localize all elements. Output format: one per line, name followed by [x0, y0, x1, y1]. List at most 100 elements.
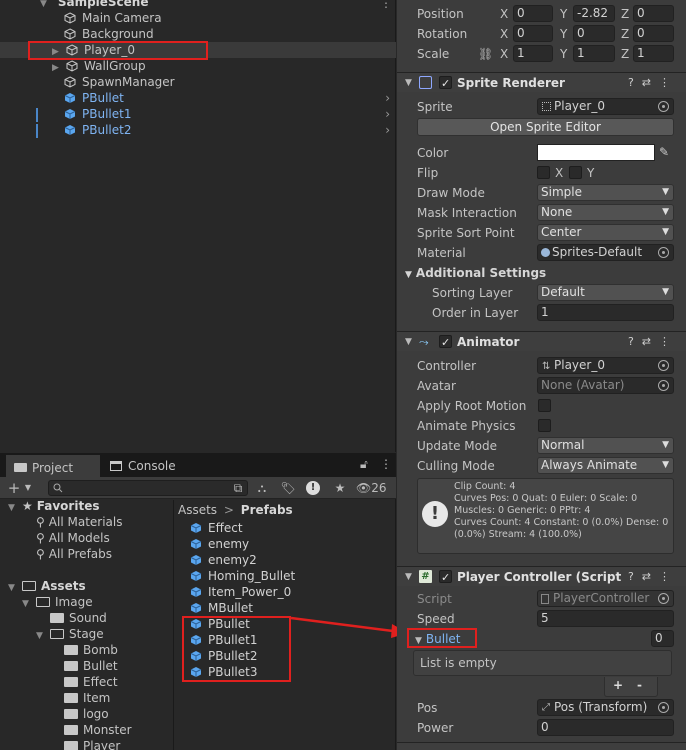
sprite-renderer-enabled-checkbox[interactable]: [439, 74, 452, 94]
dropdown-value: Normal: [541, 438, 585, 452]
scale-y-field[interactable]: 1: [573, 45, 615, 62]
link-icon[interactable]: ⛓︎: [478, 47, 493, 61]
draw-mode-dropdown[interactable]: Simple ▼: [537, 184, 674, 201]
component-menu-icons[interactable]: ?⇄⋮: [628, 73, 678, 93]
flip-y-label: Y: [587, 166, 595, 180]
player-controller-enabled-checkbox[interactable]: [439, 568, 452, 588]
avatar-label: Avatar: [417, 379, 456, 393]
order-in-layer-label: Order in Layer: [432, 306, 519, 320]
dropdown-value: None: [541, 205, 573, 219]
open-sprite-editor-button[interactable]: Open Sprite Editor: [417, 118, 674, 136]
object-picker-icon: [658, 593, 669, 604]
animator-enabled-checkbox[interactable]: [439, 333, 452, 353]
info-line: Clip Count: 4: [454, 481, 516, 492]
sorting-layer-label: Sorting Layer: [432, 286, 513, 300]
sort-point-label: Sprite Sort Point: [417, 226, 515, 240]
flip-x-label: X: [555, 166, 564, 180]
position-x-field[interactable]: 0: [513, 5, 553, 22]
axis-z-label: Z: [621, 27, 630, 41]
component-menu-icons[interactable]: ?⇄⋮: [628, 567, 678, 587]
scale-x-field[interactable]: 1: [513, 45, 553, 62]
speed-field[interactable]: 5: [537, 610, 674, 627]
dropdown-value: Always Animate: [541, 458, 638, 472]
axis-z-label: Z: [621, 47, 630, 61]
field-value: Sprites-Default: [552, 245, 643, 259]
pos-object-field[interactable]: ⤢ Pos (Transform): [537, 699, 674, 716]
list-empty-text: List is empty: [420, 656, 497, 670]
object-picker-icon[interactable]: [658, 101, 669, 112]
scale-label: Scale: [417, 47, 450, 61]
position-z-field[interactable]: 0: [633, 5, 674, 22]
fold-open-icon[interactable]: ▼: [405, 332, 412, 352]
update-mode-label: Update Mode: [417, 439, 497, 453]
list-footer: + -: [604, 677, 658, 697]
axis-x-label: X: [500, 7, 509, 21]
component-menu-icons[interactable]: ?⇄⋮: [628, 332, 678, 352]
scale-z-field[interactable]: 1: [633, 45, 674, 62]
object-picker-icon[interactable]: [658, 360, 669, 371]
pos-label: Pos: [417, 701, 438, 715]
sorting-layer-dropdown[interactable]: Default ▼: [537, 284, 674, 301]
culling-mode-dropdown[interactable]: Always Animate ▼: [537, 457, 674, 474]
axis-x-label: X: [500, 47, 509, 61]
apply-root-motion-checkbox[interactable]: [538, 399, 551, 412]
controller-object-field[interactable]: ⇅ Player_0: [537, 357, 674, 374]
order-in-layer-field[interactable]: 1: [537, 304, 674, 321]
apply-root-motion-label: Apply Root Motion: [417, 399, 527, 413]
flip-x-checkbox[interactable]: [537, 166, 550, 179]
field-value: PlayerController: [553, 591, 650, 605]
info-icon: !: [422, 501, 448, 527]
animator-header[interactable]: ▼ ⤳ Animator ?⇄⋮: [397, 331, 686, 353]
position-y-field[interactable]: -2.82: [573, 5, 615, 22]
update-mode-dropdown[interactable]: Normal ▼: [537, 437, 674, 454]
field-value: None (Avatar): [541, 378, 625, 392]
dropdown-arrow-icon: ▼: [662, 207, 669, 217]
highlight-box-bullet: [407, 628, 477, 648]
inspector-panel: Position X 0 Y -2.82 Z 0 Rotation X 0 Y …: [397, 0, 686, 750]
next-component-header: [397, 742, 686, 750]
sort-point-dropdown[interactable]: Center ▼: [537, 224, 674, 241]
color-label: Color: [417, 146, 449, 160]
rotation-z-field[interactable]: 0: [633, 25, 674, 42]
flip-y-checkbox[interactable]: [569, 166, 582, 179]
dropdown-value: Simple: [541, 185, 582, 199]
field-value: Player_0: [554, 99, 605, 113]
field-value: Pos (Transform): [554, 700, 648, 714]
rotation-y-field[interactable]: 0: [573, 25, 615, 42]
animate-physics-checkbox[interactable]: [538, 419, 551, 432]
power-field[interactable]: 0: [537, 719, 674, 736]
info-line: Muscles: 0 Generic: 0 PPtr: 4: [454, 505, 591, 516]
culling-mode-label: Culling Mode: [417, 459, 495, 473]
object-picker-icon[interactable]: [658, 380, 669, 391]
object-picker-icon[interactable]: [658, 247, 669, 258]
sprite-renderer-icon: [419, 76, 432, 89]
component-title: Player Controller (Script: [457, 570, 622, 584]
rotation-x-field[interactable]: 0: [513, 25, 553, 42]
animate-physics-label: Animate Physics: [417, 419, 516, 433]
sprite-label: Sprite: [417, 100, 453, 114]
rotation-label: Rotation: [417, 27, 468, 41]
position-label: Position: [417, 7, 464, 21]
material-object-field[interactable]: Sprites-Default: [537, 244, 674, 261]
fold-open-icon[interactable]: ▼: [405, 567, 412, 587]
object-picker-icon[interactable]: [658, 702, 669, 713]
color-swatch[interactable]: [537, 144, 655, 161]
player-controller-header[interactable]: ▼ # Player Controller (Script ?⇄⋮: [397, 566, 686, 588]
additional-settings-foldout[interactable]: ▼ Additional Settings: [405, 264, 546, 282]
info-line: (0.0%) Stream: 4 (100.0%): [454, 529, 582, 540]
animator-icon: ⤳: [419, 335, 429, 349]
component-title: Animator: [457, 335, 520, 349]
sprite-object-field[interactable]: Player_0: [537, 98, 674, 115]
mask-interaction-dropdown[interactable]: None ▼: [537, 204, 674, 221]
list-remove-button[interactable]: -: [637, 678, 642, 692]
avatar-object-field[interactable]: None (Avatar): [537, 377, 674, 394]
eyedropper-icon[interactable]: ✎: [659, 145, 669, 159]
animator-info-box: ! Clip Count: 4 Curves Pos: 0 Quat: 0 Eu…: [417, 478, 674, 554]
sprite-renderer-header[interactable]: ▼ Sprite Renderer ?⇄⋮: [397, 72, 686, 94]
fold-open-icon[interactable]: ▼: [405, 73, 412, 93]
dropdown-arrow-icon: ▼: [662, 287, 669, 297]
script-icon: #: [419, 570, 432, 583]
list-add-button[interactable]: +: [613, 678, 623, 692]
bullet-list-size-field[interactable]: 0: [651, 630, 674, 647]
axis-z-label: Z: [621, 7, 630, 21]
